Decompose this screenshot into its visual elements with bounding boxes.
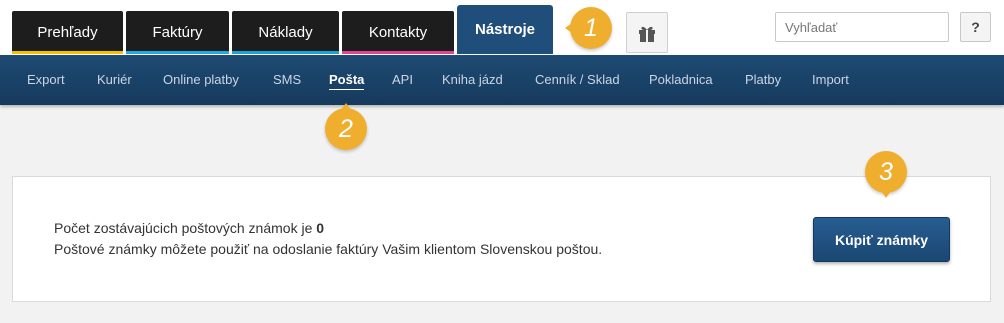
callout-badge-1: 1 — [565, 7, 612, 49]
tab-label: Náklady — [258, 24, 313, 41]
subnav-item-online-platby[interactable]: Online platby — [163, 72, 239, 87]
tab-naklady[interactable]: Náklady — [232, 11, 339, 54]
subnav-item-api[interactable]: API — [392, 72, 413, 87]
tab-label: Faktúry — [152, 24, 203, 41]
main-tabs: Prehľady Faktúry Náklady Kontakty Nástro… — [12, 5, 553, 54]
stamps-info-text: Poštové známky môžete použiť na odoslani… — [54, 241, 603, 257]
tab-label: Kontakty — [368, 24, 428, 41]
gift-button[interactable] — [626, 12, 668, 53]
subnav-item-sms[interactable]: SMS — [273, 72, 301, 87]
subnav-item-posta[interactable]: Pošta — [329, 72, 365, 90]
subnav-item-export[interactable]: Export — [27, 72, 65, 87]
tab-kontakty[interactable]: Kontakty — [342, 11, 454, 54]
gift-icon — [639, 26, 655, 42]
subnav-item-import[interactable]: Import — [812, 72, 849, 87]
subnav-item-cennik-sklad[interactable]: Cenník / Sklad — [535, 72, 620, 87]
subnav-item-kniha-jazd[interactable]: Kniha jázd — [442, 72, 503, 87]
callout-badge-2: 2 — [325, 103, 367, 150]
top-bar: Prehľady Faktúry Náklady Kontakty Nástro… — [0, 0, 1004, 55]
search-input[interactable] — [776, 13, 961, 41]
subnav-item-kurier[interactable]: Kuriér — [97, 72, 132, 87]
help-button[interactable]: ? — [960, 12, 991, 42]
tab-label: Nástroje — [474, 21, 536, 38]
callout-number: 3 — [879, 157, 893, 186]
postage-panel: Počet zostávajúcich poštových známok je … — [12, 176, 991, 302]
tab-prehlady[interactable]: Prehľady — [12, 11, 123, 54]
help-label: ? — [971, 19, 980, 35]
subnav-item-pokladnica[interactable]: Pokladnica — [649, 72, 713, 87]
callout-badge-3: 3 — [865, 151, 907, 198]
subnav-item-platby[interactable]: Platby — [745, 72, 781, 87]
tab-faktury[interactable]: Faktúry — [126, 11, 229, 54]
tab-nastroje[interactable]: Nástroje — [457, 5, 553, 54]
callout-number: 1 — [584, 13, 598, 42]
sub-navigation: Export Kuriér Online platby SMS Pošta AP… — [0, 55, 1004, 105]
tab-label: Prehľady — [37, 24, 98, 41]
stamps-remaining-text: Počet zostávajúcich poštových známok je — [54, 220, 313, 236]
search-box — [775, 12, 976, 42]
stamps-count: 0 — [316, 220, 325, 236]
stamps-remaining-line: Počet zostávajúcich poštových známok je … — [54, 220, 324, 236]
buy-stamps-button[interactable]: Kúpiť známky — [813, 217, 950, 262]
callout-number: 2 — [339, 114, 353, 143]
